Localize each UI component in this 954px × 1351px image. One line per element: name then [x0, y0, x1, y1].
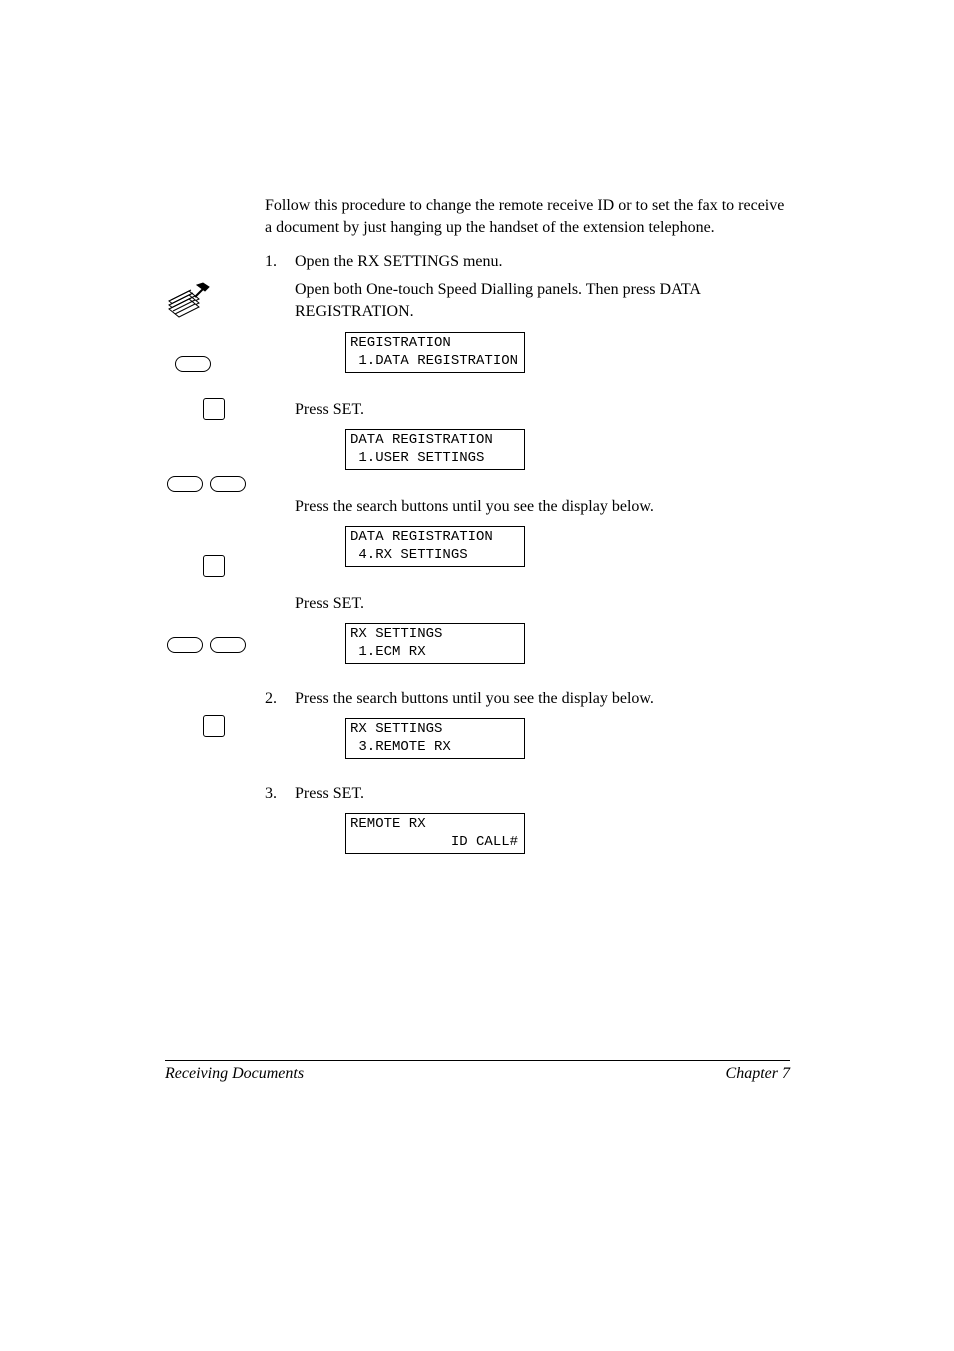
lcd-display: RX SETTINGS 3.REMOTE RX: [345, 718, 525, 759]
footer-right: Chapter 7: [726, 1065, 790, 1083]
step-text: Press the search buttons until you see t…: [295, 690, 795, 708]
step-text: Open the RX SETTINGS menu.: [295, 253, 795, 271]
set-button-icon: [203, 555, 225, 577]
set-button-icon: [203, 398, 225, 420]
lcd-display: RX SETTINGS 1.ECM RX: [345, 623, 525, 664]
step-1-sub-1-text: Open both One-touch Speed Dialling panel…: [295, 279, 795, 322]
lcd-display: REMOTE RX ID CALL#: [345, 813, 525, 854]
step-number: 3.: [265, 785, 295, 803]
page-footer: Receiving Documents Chapter 7: [165, 1060, 790, 1083]
intro-paragraph: Follow this procedure to change the remo…: [265, 195, 795, 238]
data-registration-button-icon: [175, 356, 211, 372]
step-1: 1. Open the RX SETTINGS menu.: [265, 253, 795, 271]
search-right-button-icon: [210, 637, 246, 653]
lcd-display: REGISTRATION 1.DATA REGISTRATION: [345, 332, 525, 373]
footer-left: Receiving Documents: [165, 1065, 304, 1083]
step-text: Press SET.: [295, 785, 795, 803]
content-area: Follow this procedure to change the remo…: [165, 195, 795, 862]
search-left-button-icon: [167, 637, 203, 653]
step-number: 1.: [265, 253, 295, 271]
search-right-button-icon: [210, 476, 246, 492]
set-button-icon: [203, 715, 225, 737]
lcd-display: DATA REGISTRATION 4.RX SETTINGS: [345, 526, 525, 567]
search-left-button-icon: [167, 476, 203, 492]
step-1-sub-2-text: Press SET.: [295, 401, 795, 419]
step-1-sub-4-text: Press SET.: [295, 595, 795, 613]
open-panel-icon: [165, 281, 213, 328]
lcd-display: DATA REGISTRATION 1.USER SETTINGS: [345, 429, 525, 470]
step-2: 2. Press the search buttons until you se…: [265, 690, 795, 708]
step-3: 3. Press SET.: [265, 785, 795, 803]
step-1-sub-3-text: Press the search buttons until you see t…: [295, 498, 795, 516]
step-number: 2.: [265, 690, 295, 708]
